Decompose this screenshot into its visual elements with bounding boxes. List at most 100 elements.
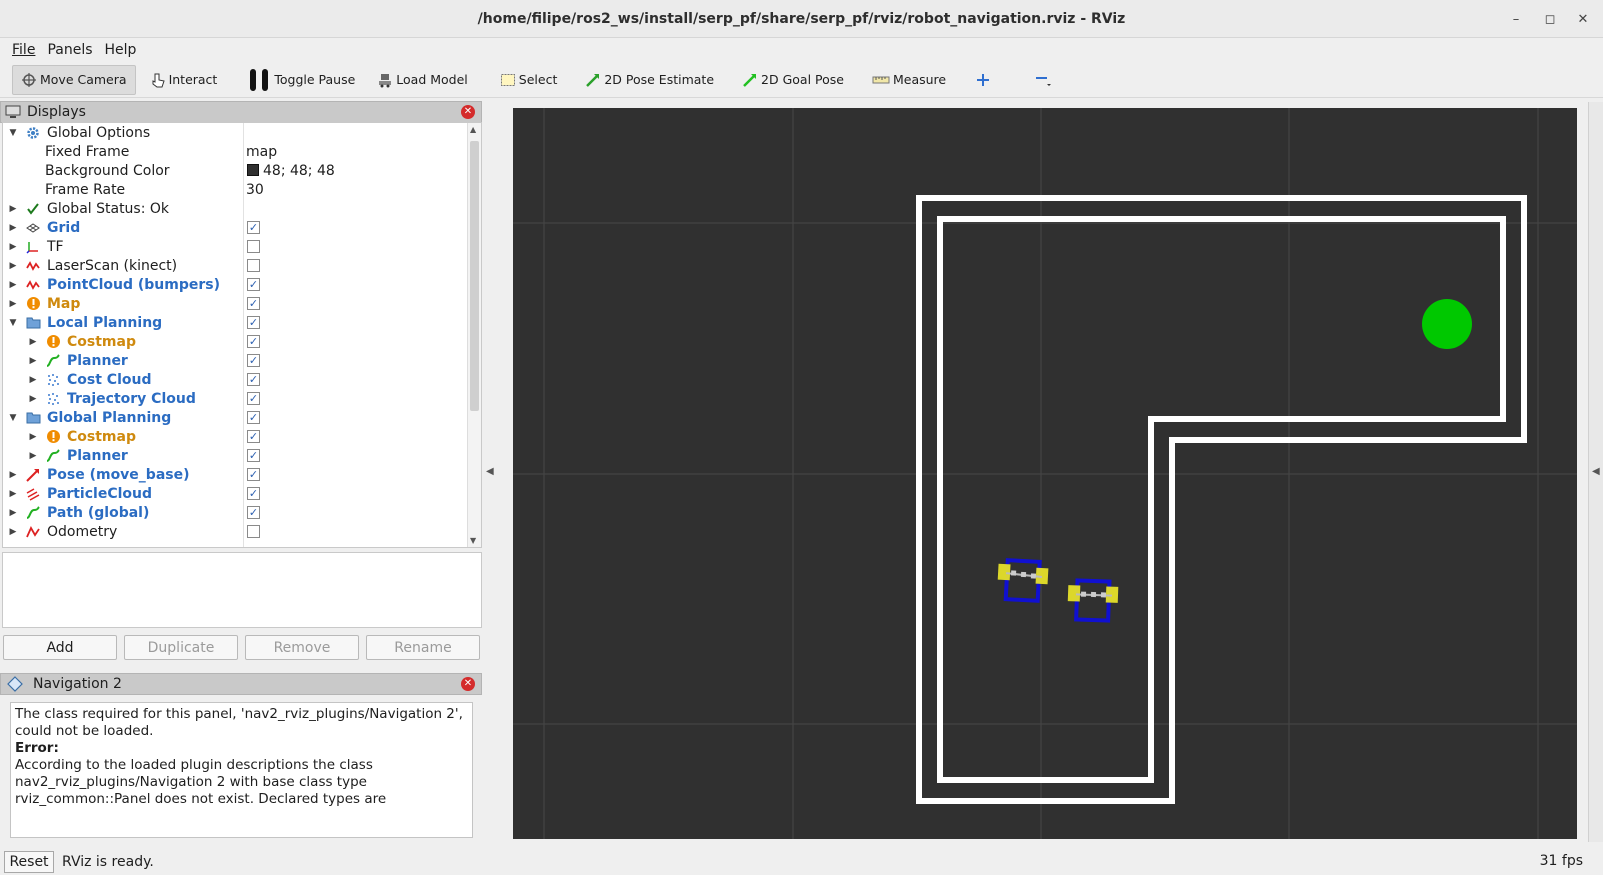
collapsed-arrow-icon[interactable]: ▶ xyxy=(8,223,18,233)
select-button[interactable]: Select xyxy=(492,65,566,95)
cost-cloud-checkbox[interactable]: ✓ xyxy=(247,373,260,386)
map-checkbox[interactable]: ✓ xyxy=(247,297,260,310)
scroll-down-icon[interactable]: ▼ xyxy=(470,536,476,545)
reset-button[interactable]: Reset xyxy=(4,851,54,873)
grid-icon xyxy=(25,220,41,236)
tree-row-global-planner[interactable]: ▶ Planner ✓ xyxy=(3,446,469,465)
right-side-dock[interactable]: ◀ xyxy=(1588,102,1603,842)
tf-checkbox[interactable] xyxy=(247,240,260,253)
tree-row-global-costmap[interactable]: ▶ Costmap ✓ xyxy=(3,427,469,446)
fixed-frame-value[interactable]: map xyxy=(246,144,277,160)
tree-row-global-planning[interactable]: ▼ Global Planning ✓ xyxy=(3,408,469,427)
collapsed-arrow-icon[interactable]: ▶ xyxy=(8,242,18,252)
tree-row-cost-cloud[interactable]: ▶ Cost Cloud ✓ xyxy=(3,370,469,389)
collapsed-arrow-icon[interactable]: ▶ xyxy=(8,508,18,518)
particlecloud-checkbox[interactable]: ✓ xyxy=(247,487,260,500)
tree-row-pointcloud-bumpers[interactable]: ▶ PointCloud (bumpers) ✓ xyxy=(3,275,469,294)
collapsed-arrow-icon[interactable]: ▶ xyxy=(8,470,18,480)
pose-estimate-button[interactable]: 2D Pose Estimate xyxy=(577,65,722,95)
tree-row-grid[interactable]: ▶ Grid ✓ xyxy=(3,218,469,237)
local-planner-checkbox[interactable]: ✓ xyxy=(247,354,260,367)
interact-button[interactable]: Interact xyxy=(142,65,226,95)
scroll-up-icon[interactable]: ▲ xyxy=(470,125,476,134)
tree-row-local-planning[interactable]: ▼ Local Planning ✓ xyxy=(3,313,469,332)
measure-label: Measure xyxy=(892,72,947,87)
tree-row-fixed-frame[interactable]: Fixed Frame map xyxy=(3,142,469,161)
tree-label: Costmap xyxy=(67,333,136,350)
collapsed-arrow-icon[interactable]: ▶ xyxy=(28,356,38,366)
remove-tool-button[interactable] xyxy=(1027,65,1064,95)
remove-button[interactable]: Remove xyxy=(245,635,359,660)
window-titlebar: /home/filipe/ros2_ws/install/serp_pf/sha… xyxy=(0,0,1603,38)
collapsed-arrow-icon[interactable]: ▶ xyxy=(8,489,18,499)
background-color-value[interactable]: 48; 48; 48 xyxy=(263,163,335,179)
scene-canvas[interactable] xyxy=(513,108,1577,839)
splitter-arrow-icon[interactable]: ◀ xyxy=(486,466,494,477)
tree-row-pose[interactable]: ▶ Pose (move_base) ✓ xyxy=(3,465,469,484)
color-swatch[interactable] xyxy=(247,164,259,176)
frame-rate-value[interactable]: 30 xyxy=(246,182,264,198)
move-camera-button[interactable]: Move Camera xyxy=(12,64,136,95)
local-planning-checkbox[interactable]: ✓ xyxy=(247,316,260,329)
measure-button[interactable]: Measure xyxy=(864,65,954,95)
path-global-checkbox[interactable]: ✓ xyxy=(247,506,260,519)
collapsed-arrow-icon[interactable]: ▶ xyxy=(28,337,38,347)
global-planning-checkbox[interactable]: ✓ xyxy=(247,411,260,424)
tree-row-path-global[interactable]: ▶ Path (global) ✓ xyxy=(3,503,469,522)
map-walls xyxy=(916,195,1527,804)
collapsed-arrow-icon[interactable]: ▶ xyxy=(28,394,38,404)
tree-row-map[interactable]: ▶ Map ✓ xyxy=(3,294,469,313)
duplicate-button[interactable]: Duplicate xyxy=(124,635,238,660)
collapsed-arrow-icon[interactable]: ▶ xyxy=(8,299,18,309)
pose-checkbox[interactable]: ✓ xyxy=(247,468,260,481)
tree-row-global-options[interactable]: ▼ Global Options xyxy=(3,123,469,142)
tree-row-frame-rate[interactable]: Frame Rate 30 xyxy=(3,180,469,199)
collapsed-arrow-icon[interactable]: ▶ xyxy=(8,527,18,537)
rename-button[interactable]: Rename xyxy=(366,635,480,660)
pointcloud-checkbox[interactable]: ✓ xyxy=(247,278,260,291)
close-icon[interactable]: ✕ xyxy=(1573,9,1593,29)
tree-label: TF xyxy=(47,238,64,255)
global-planner-checkbox[interactable]: ✓ xyxy=(247,449,260,462)
tree-row-global-status[interactable]: ▶ Global Status: Ok xyxy=(3,199,469,218)
local-costmap-checkbox[interactable]: ✓ xyxy=(247,335,260,348)
toggle-pause-button[interactable]: Toggle Pause xyxy=(239,65,363,95)
global-costmap-checkbox[interactable]: ✓ xyxy=(247,430,260,443)
odometry-checkbox[interactable] xyxy=(247,525,260,538)
close-panel-icon[interactable]: ✕ xyxy=(461,105,475,119)
collapsed-arrow-icon[interactable]: ▶ xyxy=(28,375,38,385)
collapsed-arrow-icon[interactable]: ▶ xyxy=(8,204,18,214)
collapsed-arrow-icon[interactable]: ▶ xyxy=(8,261,18,271)
menu-file[interactable]: File xyxy=(12,42,35,58)
collapsed-arrow-icon[interactable]: ▶ xyxy=(8,280,18,290)
scroll-thumb[interactable] xyxy=(470,141,479,411)
collapsed-arrow-icon[interactable]: ▶ xyxy=(28,432,38,442)
add-button[interactable]: Add xyxy=(3,635,117,660)
expand-arrow-icon[interactable]: ▼ xyxy=(8,318,18,328)
grid-checkbox[interactable]: ✓ xyxy=(247,221,260,234)
expand-arrow-icon[interactable]: ▼ xyxy=(8,413,18,423)
tree-row-laserscan[interactable]: ▶ LaserScan (kinect) xyxy=(3,256,469,275)
collapsed-arrow-icon[interactable]: ▶ xyxy=(28,451,38,461)
tree-row-odometry[interactable]: ▶ Odometry xyxy=(3,522,469,541)
tree-scrollbar[interactable]: ▲ ▼ xyxy=(467,123,481,547)
goal-pose-button[interactable]: 2D Goal Pose xyxy=(734,65,852,95)
maximize-icon[interactable]: ◻ xyxy=(1540,9,1560,29)
splitter-arrow-icon[interactable]: ◀ xyxy=(1592,466,1600,477)
tree-row-particlecloud[interactable]: ▶ ParticleCloud ✓ xyxy=(3,484,469,503)
expand-arrow-icon[interactable]: ▼ xyxy=(8,128,18,138)
tree-row-local-costmap[interactable]: ▶ Costmap ✓ xyxy=(3,332,469,351)
tree-row-trajectory-cloud[interactable]: ▶ Trajectory Cloud ✓ xyxy=(3,389,469,408)
trajectory-cloud-checkbox[interactable]: ✓ xyxy=(247,392,260,405)
add-tool-button[interactable] xyxy=(968,65,1001,95)
minimize-icon[interactable]: – xyxy=(1506,9,1526,29)
load-model-button[interactable]: Load Model xyxy=(369,65,476,95)
menu-panels[interactable]: Panels xyxy=(47,42,92,58)
tree-row-local-planner[interactable]: ▶ Planner ✓ xyxy=(3,351,469,370)
tree-row-tf[interactable]: ▶ TF xyxy=(3,237,469,256)
laserscan-checkbox[interactable] xyxy=(247,259,260,272)
close-panel-icon[interactable]: ✕ xyxy=(461,677,475,691)
render-view[interactable] xyxy=(513,108,1577,839)
tree-row-background-color[interactable]: Background Color 48; 48; 48 xyxy=(3,161,469,180)
menu-help[interactable]: Help xyxy=(105,42,137,58)
